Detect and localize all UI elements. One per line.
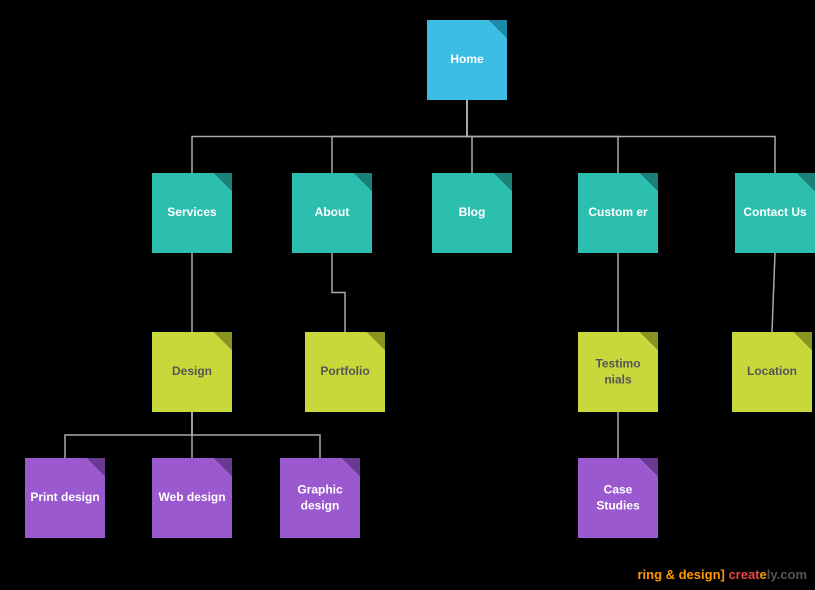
node-label-graphicdesign: Graphic design — [284, 482, 356, 513]
node-design[interactable]: Design — [152, 332, 232, 412]
node-label-webdesign: Web design — [156, 490, 228, 506]
diagram: Home Services About Blog Custom er Contact Us… — [0, 0, 815, 590]
node-label-location: Location — [736, 364, 808, 380]
watermark: ring & design] creately.com — [637, 567, 807, 582]
node-about[interactable]: About — [292, 173, 372, 253]
node-services[interactable]: Services — [152, 173, 232, 253]
node-label-customer: Custom er — [582, 205, 654, 221]
node-graphicdesign[interactable]: Graphic design — [280, 458, 360, 538]
node-label-casestudies: Case Studies — [582, 482, 654, 513]
node-label-portfolio: Portfolio — [309, 364, 381, 380]
node-testimonials[interactable]: Testimo nials — [578, 332, 658, 412]
node-label-testimonials: Testimo nials — [582, 356, 654, 387]
node-blog[interactable]: Blog — [432, 173, 512, 253]
node-customer[interactable]: Custom er — [578, 173, 658, 253]
node-printdesign[interactable]: Print design — [25, 458, 105, 538]
node-label-services: Services — [156, 205, 228, 221]
node-casestudies[interactable]: Case Studies — [578, 458, 658, 538]
watermark-text: ring & design] creately.com — [637, 567, 807, 582]
node-label-home: Home — [431, 52, 503, 68]
node-label-design: Design — [156, 364, 228, 380]
connector-lines — [0, 0, 815, 590]
node-home[interactable]: Home — [427, 20, 507, 100]
node-label-about: About — [296, 205, 368, 221]
node-location[interactable]: Location — [732, 332, 812, 412]
node-label-printdesign: Print design — [29, 490, 101, 506]
node-label-contactus: Contact Us — [739, 205, 811, 221]
node-webdesign[interactable]: Web design — [152, 458, 232, 538]
node-contactus[interactable]: Contact Us — [735, 173, 815, 253]
node-portfolio[interactable]: Portfolio — [305, 332, 385, 412]
node-label-blog: Blog — [436, 205, 508, 221]
